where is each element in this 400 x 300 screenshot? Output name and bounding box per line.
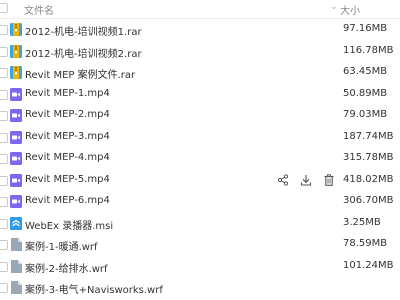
file-size: 78.59MB (343, 238, 388, 249)
file-checkbox[interactable] (0, 197, 8, 207)
file-row[interactable]: 案例-1-暖通.wrf 78.59MB (0, 234, 400, 256)
file-row[interactable]: Revit MEP 案例文件.rar 63.45MB (0, 62, 400, 84)
file-checkbox[interactable] (0, 111, 8, 121)
file-name[interactable]: 案例-2-给排水.wrf (25, 260, 108, 275)
generic-file-icon (10, 259, 22, 273)
file-checkbox[interactable] (0, 154, 8, 164)
file-row[interactable]: Revit MEP-1.mp4 50.89MB (0, 84, 400, 106)
video-file-icon (10, 130, 22, 144)
sort-indicator[interactable]: ⌄ (330, 2, 338, 12)
file-size: 3.25MB (343, 216, 381, 228)
file-size: 101.24MB (343, 259, 394, 271)
file-size: 79.03MB (343, 109, 388, 120)
file-checkbox[interactable] (0, 89, 8, 100)
select-all-checkbox[interactable] (0, 3, 8, 13)
file-checkbox[interactable] (0, 25, 8, 35)
file-row[interactable]: Revit MEP-3.mp4 187.74MB (0, 127, 400, 149)
generic-file-icon (10, 281, 22, 294)
installer-file-icon (10, 216, 22, 230)
file-row[interactable]: 2012-机电-培训视频1.rar 97.16MB (0, 19, 400, 41)
file-row[interactable]: Revit MEP-6.mp4 306.70MB (0, 191, 400, 213)
file-name[interactable]: Revit MEP-4.mp4 (25, 152, 110, 163)
file-name[interactable]: Revit MEP-5.mp4 (25, 174, 110, 185)
file-checkbox[interactable] (0, 261, 8, 272)
file-row[interactable]: Revit MEP-4.mp4 315.78MB (0, 148, 400, 170)
row-actions (276, 173, 336, 187)
file-size: 63.45MB (343, 66, 388, 77)
file-size: 306.70MB (343, 195, 394, 206)
file-name[interactable]: Revit MEP-6.mp4 (25, 195, 110, 206)
file-size: 315.78MB (343, 152, 394, 163)
file-checkbox[interactable] (0, 175, 8, 186)
video-file-icon (10, 173, 22, 187)
file-name[interactable]: 2012-机电-培训视频2.rar (25, 45, 142, 60)
file-size: 418.02MB (343, 173, 394, 185)
rar-archive-icon (10, 23, 22, 36)
file-list: 2012-机电-培训视频1.rar 97.16MB 2012-机电-培训视频2.ra… (0, 19, 400, 299)
download-icon[interactable] (299, 173, 313, 187)
file-name[interactable]: WebEx 录播器.msi (25, 217, 113, 232)
delete-icon[interactable] (322, 173, 336, 187)
file-name[interactable]: Revit MEP 案例文件.rar (25, 66, 135, 81)
file-checkbox[interactable] (0, 132, 8, 143)
file-row[interactable]: 2012-机电-培训视频2.rar 116.78MB (0, 41, 400, 63)
file-name[interactable]: 案例-3-电气+Navisworks.wrf (25, 281, 163, 296)
file-size: 187.74MB (343, 130, 394, 142)
column-header-size[interactable]: 大小 (340, 2, 360, 17)
file-size: 50.89MB (343, 87, 388, 99)
file-checkbox[interactable] (0, 240, 8, 250)
file-checkbox[interactable] (0, 283, 8, 293)
share-icon[interactable] (276, 173, 290, 187)
file-name[interactable]: Revit MEP-1.mp4 (25, 88, 110, 99)
file-name[interactable]: Revit MEP-3.mp4 (25, 131, 110, 142)
file-list-header: 文件名 ⌄ 大小 (0, 0, 400, 19)
file-checkbox[interactable] (0, 68, 8, 78)
generic-file-icon (10, 238, 22, 251)
file-row[interactable]: Revit MEP-5.mp4 418.02MB (0, 169, 400, 191)
video-file-icon (10, 195, 22, 208)
file-name[interactable]: 2012-机电-培训视频1.rar (25, 23, 142, 38)
video-file-icon (10, 87, 22, 101)
file-row[interactable]: 案例-2-给排水.wrf 101.24MB (0, 256, 400, 278)
file-name[interactable]: Revit MEP-2.mp4 (25, 109, 110, 120)
file-checkbox[interactable] (0, 46, 8, 57)
rar-archive-icon (10, 66, 22, 79)
file-name[interactable]: 案例-1-暖通.wrf (25, 238, 98, 253)
file-checkbox[interactable] (0, 218, 8, 229)
file-row[interactable]: Revit MEP-2.mp4 79.03MB (0, 105, 400, 127)
column-header-name[interactable]: 文件名 (24, 2, 54, 17)
video-file-icon (10, 152, 22, 165)
file-list-panel: 文件名 ⌄ 大小 2012-机电-培训视频1.rar 97.16MB 2012-机电… (0, 0, 400, 300)
file-size: 97.16MB (343, 23, 388, 34)
file-row[interactable]: WebEx 录播器.msi 3.25MB (0, 213, 400, 235)
file-size: 116.78MB (343, 44, 394, 56)
rar-archive-icon (10, 44, 22, 58)
file-row[interactable]: 案例-3-电气+Navisworks.wrf (0, 277, 400, 299)
video-file-icon (10, 109, 22, 122)
